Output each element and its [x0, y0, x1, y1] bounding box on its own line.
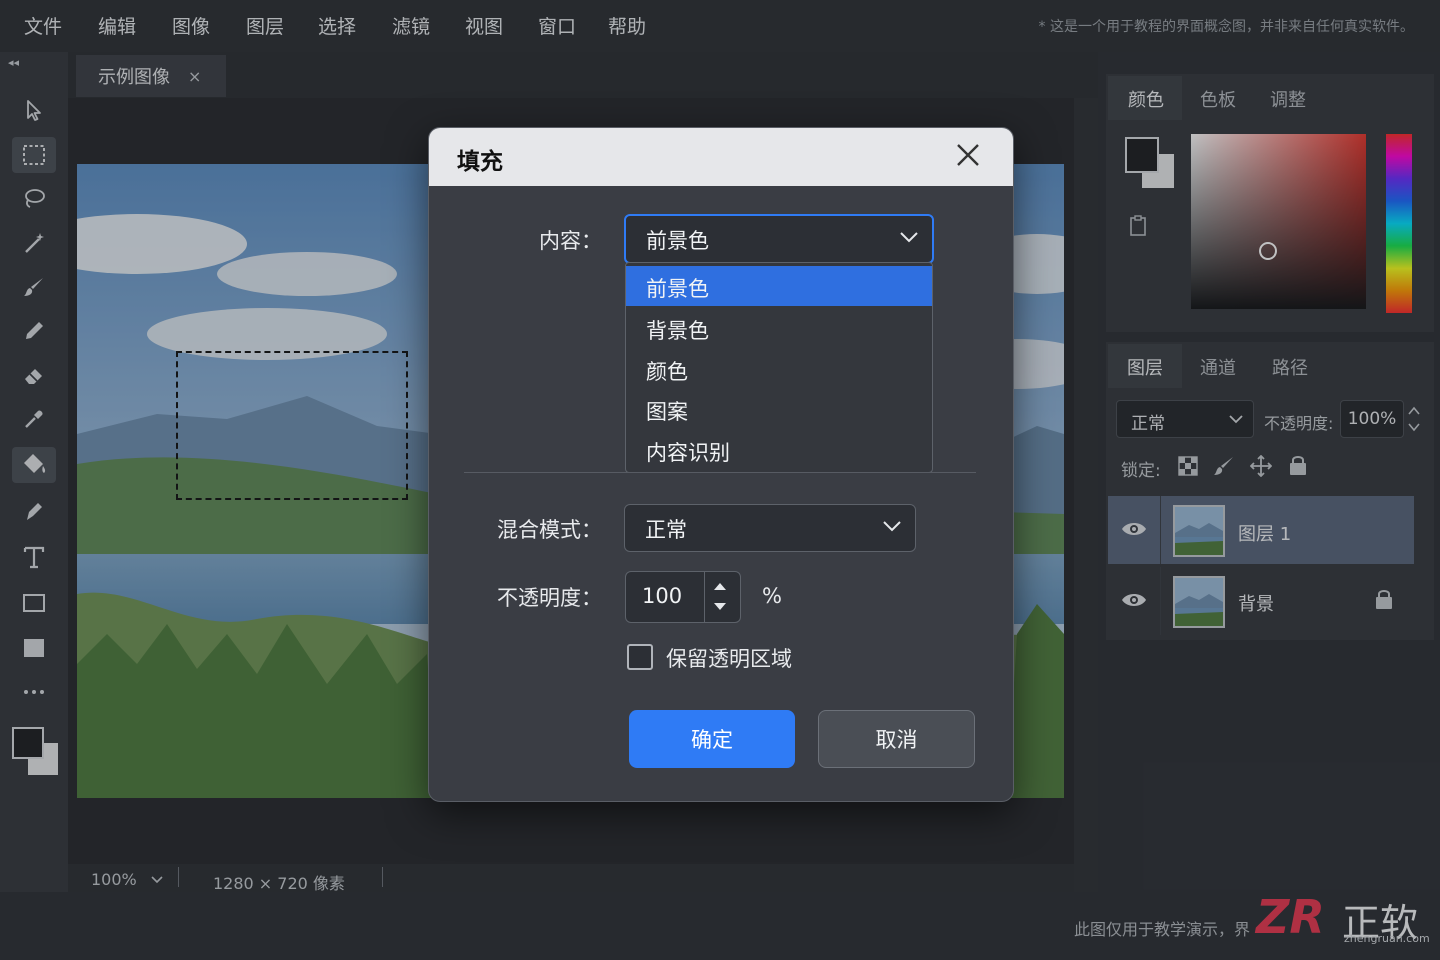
blend-mode-select[interactable]: 正常: [624, 504, 916, 552]
content-dropdown-menu: 前景色 背景色 颜色 图案 内容识别: [625, 262, 933, 473]
dropdown-option-foreground[interactable]: 前景色: [626, 266, 932, 306]
dropdown-option-content-aware[interactable]: 内容识别: [626, 430, 932, 470]
content-select[interactable]: 前景色: [624, 214, 934, 264]
chevron-down-icon: [900, 232, 918, 243]
content-label: 内容：: [539, 229, 602, 253]
dialog-header: 填充: [429, 128, 1013, 186]
close-icon[interactable]: [953, 140, 983, 170]
chevron-down-icon: [883, 521, 901, 532]
dialog-divider: [464, 472, 976, 473]
preserve-transparency-label[interactable]: 保留透明区域: [666, 643, 792, 673]
opacity-value[interactable]: 100: [642, 584, 682, 608]
stepper-divider: [704, 572, 705, 622]
decrement-arrow-icon[interactable]: [712, 601, 728, 613]
dropdown-option-background[interactable]: 背景色: [626, 308, 932, 348]
opacity-stepper[interactable]: 100: [625, 571, 741, 623]
cancel-button[interactable]: 取消: [818, 710, 975, 768]
opacity-unit: %: [762, 584, 782, 608]
dialog-title: 填充: [457, 149, 503, 175]
blend-mode-label: 混合模式：: [497, 518, 602, 542]
content-select-value: 前景色: [646, 229, 709, 253]
opacity-label: 不透明度：: [497, 586, 602, 610]
dropdown-option-color[interactable]: 颜色: [626, 349, 932, 389]
blend-mode-value: 正常: [645, 518, 687, 542]
increment-arrow-icon[interactable]: [712, 580, 728, 592]
dropdown-option-pattern[interactable]: 图案: [626, 389, 932, 429]
preserve-transparency-checkbox[interactable]: [627, 644, 653, 670]
ok-button[interactable]: 确定: [629, 710, 795, 768]
